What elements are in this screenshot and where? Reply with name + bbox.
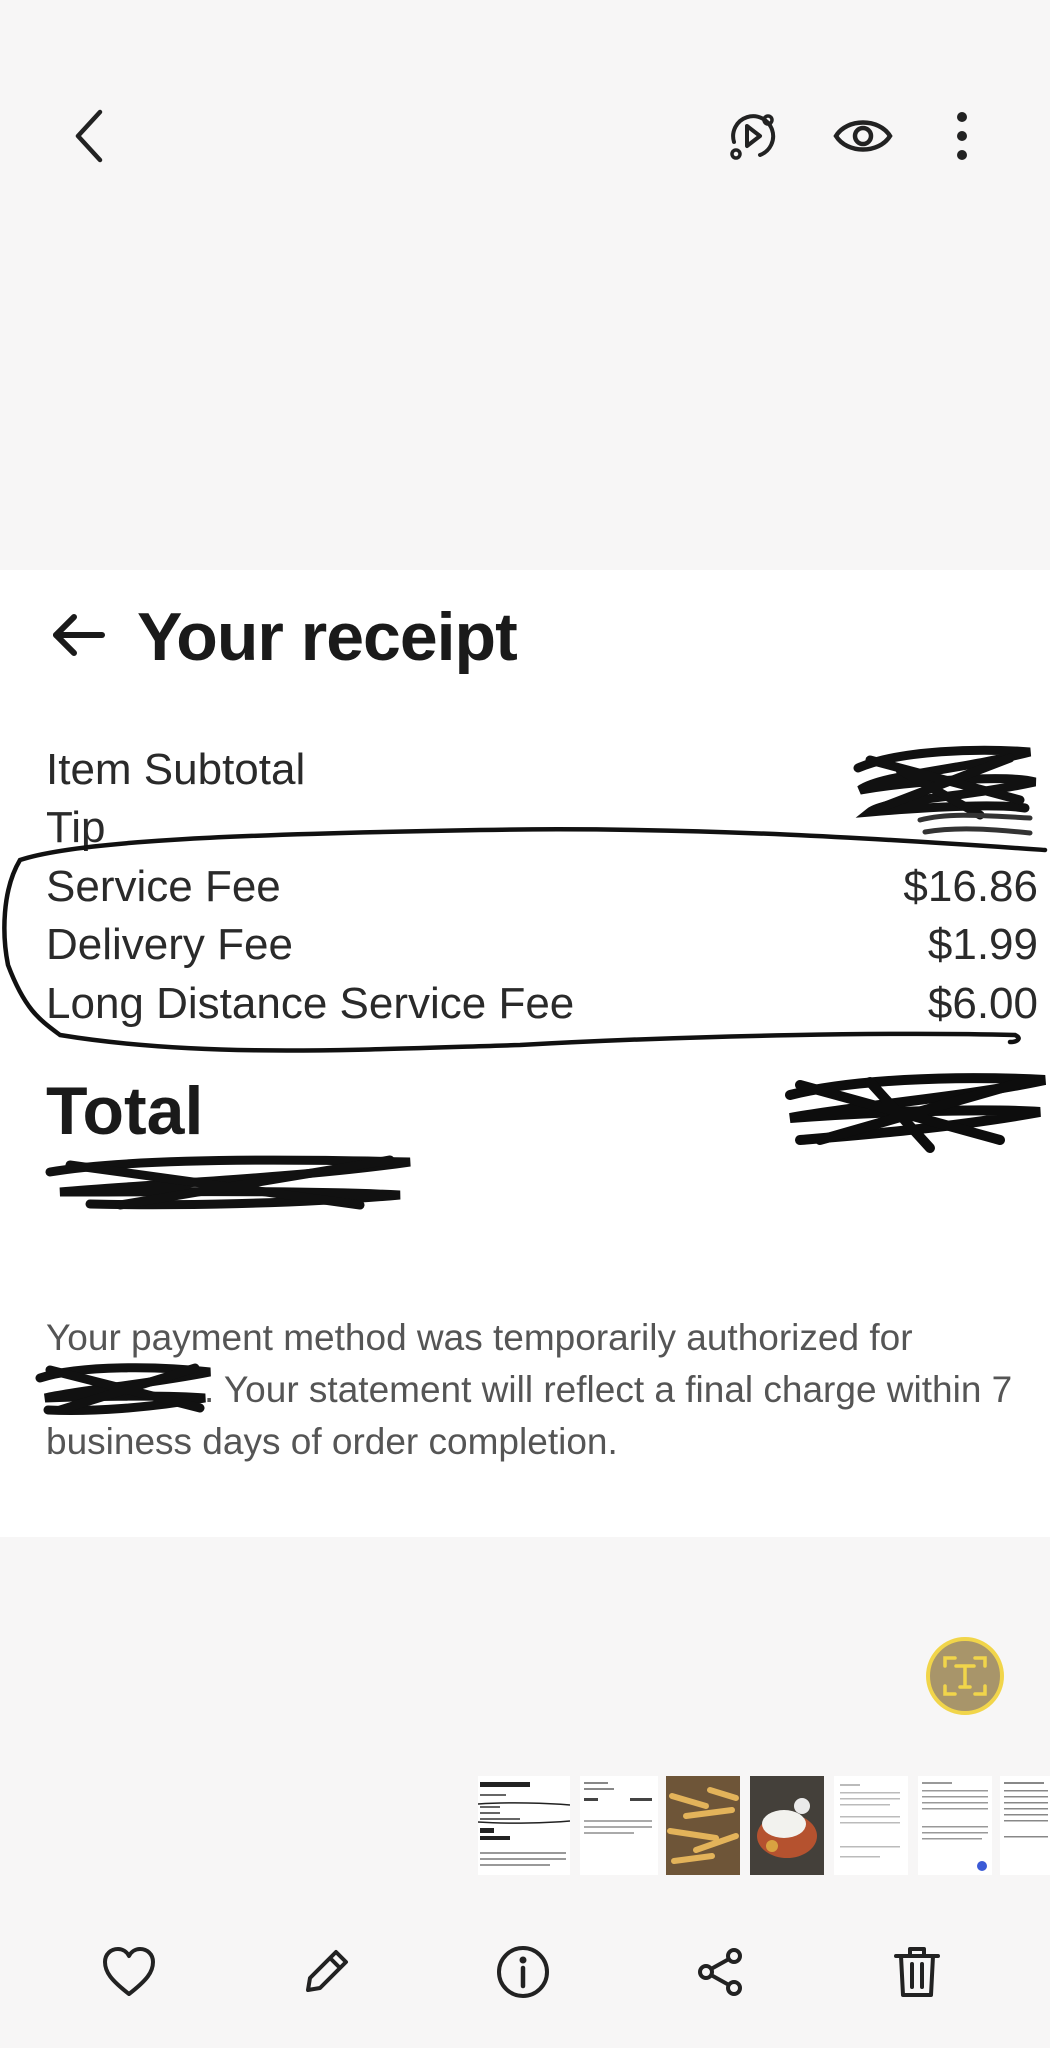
heart-icon bbox=[103, 1947, 155, 1996]
thumbnail-receipt-current[interactable] bbox=[478, 1776, 570, 1875]
edit-button[interactable] bbox=[286, 1932, 366, 2012]
share-icon bbox=[698, 1948, 742, 1996]
thumbnail-food-photo[interactable] bbox=[750, 1776, 824, 1875]
thumbnail-document-1[interactable] bbox=[834, 1776, 908, 1875]
text-extract-button[interactable] bbox=[926, 1637, 1004, 1715]
details-button[interactable] bbox=[483, 1932, 563, 2012]
edit-pencil-icon bbox=[306, 1950, 348, 1992]
favorite-button[interactable] bbox=[89, 1932, 169, 2012]
share-button[interactable] bbox=[680, 1932, 760, 2012]
text-scan-icon bbox=[943, 1656, 987, 1696]
trash-icon bbox=[894, 1947, 940, 1997]
thumbnail-document-2[interactable] bbox=[918, 1776, 992, 1875]
redaction-scribbles bbox=[2, 745, 1048, 1415]
thumbnail-fries-photo[interactable] bbox=[666, 1776, 740, 1875]
thumbnail-document-3[interactable] bbox=[1000, 1776, 1050, 1875]
thumbnail-receipt-2[interactable] bbox=[580, 1776, 658, 1875]
delete-button[interactable] bbox=[877, 1932, 957, 2012]
info-icon bbox=[497, 1946, 549, 1998]
